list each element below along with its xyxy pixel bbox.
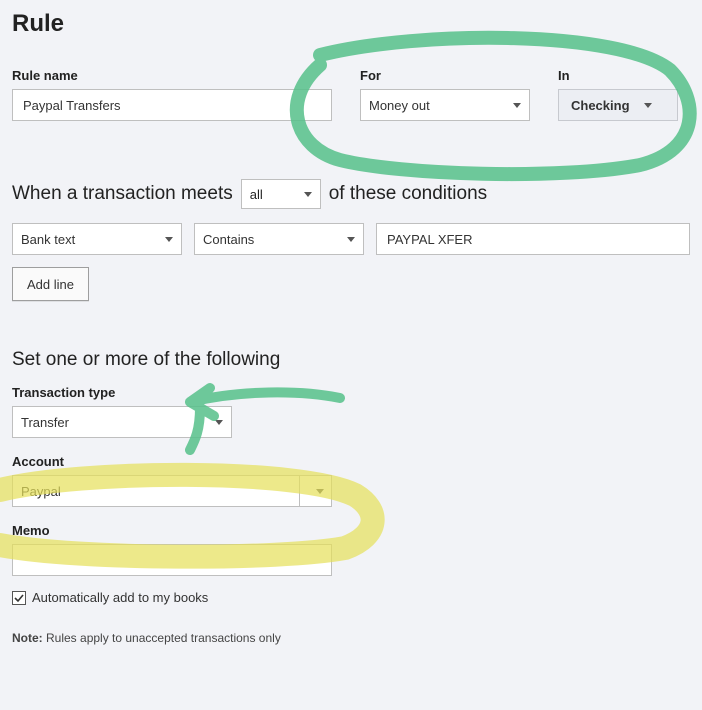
for-select-value: Money out [369,98,505,113]
note-text: Note: Rules apply to unaccepted transact… [12,631,690,645]
auto-add-checkbox[interactable] [12,591,26,605]
transaction-type-label: Transaction type [12,385,690,400]
condition-field-select[interactable]: Bank text [12,223,182,255]
memo-field[interactable] [21,552,323,569]
account-label: Account [12,454,690,469]
note-prefix: Note: [12,631,43,645]
auto-add-label: Automatically add to my books [32,590,208,605]
condition-value-field[interactable] [385,231,681,248]
caret-down-icon [513,103,521,108]
condition-op-value: Contains [203,232,339,247]
memo-input[interactable] [12,544,332,576]
for-select[interactable]: Money out [360,89,530,121]
page-title: Rule [12,10,690,38]
conditions-heading: When a transaction meets all of these co… [12,179,690,209]
caret-down-icon [304,192,312,197]
conditions-prefix: When a transaction meets [12,183,233,205]
condition-row: Bank text Contains [12,223,690,255]
account-combo[interactable]: Paypal [12,475,332,507]
account-combo-toggle[interactable] [299,476,331,506]
in-label: In [558,68,678,83]
caret-down-icon [165,237,173,242]
condition-field-value: Bank text [21,232,157,247]
for-label: For [360,68,530,83]
add-line-button[interactable]: Add line [12,267,89,301]
rule-identity-row: Rule name For Money out In Checking [12,68,690,121]
caret-down-icon [215,420,223,425]
set-heading: Set one or more of the following [12,349,690,371]
caret-down-icon [644,103,652,108]
in-select-value: Checking [571,98,630,113]
rule-name-input[interactable] [12,89,332,121]
rule-name-field[interactable] [21,97,323,114]
conditions-scope-select[interactable]: all [241,179,321,209]
condition-value-input[interactable] [376,223,690,255]
rule-name-label: Rule name [12,68,332,83]
transaction-type-select[interactable]: Transfer [12,406,232,438]
caret-down-icon [347,237,355,242]
memo-label: Memo [12,523,690,538]
transaction-type-value: Transfer [21,415,207,430]
conditions-scope-value: all [250,187,263,202]
conditions-suffix: of these conditions [329,183,487,205]
auto-add-row: Automatically add to my books [12,590,690,605]
in-select[interactable]: Checking [558,89,678,121]
note-body: Rules apply to unaccepted transactions o… [43,631,281,645]
caret-down-icon [316,489,324,494]
condition-op-select[interactable]: Contains [194,223,364,255]
check-icon [14,593,24,603]
account-value: Paypal [21,484,291,499]
